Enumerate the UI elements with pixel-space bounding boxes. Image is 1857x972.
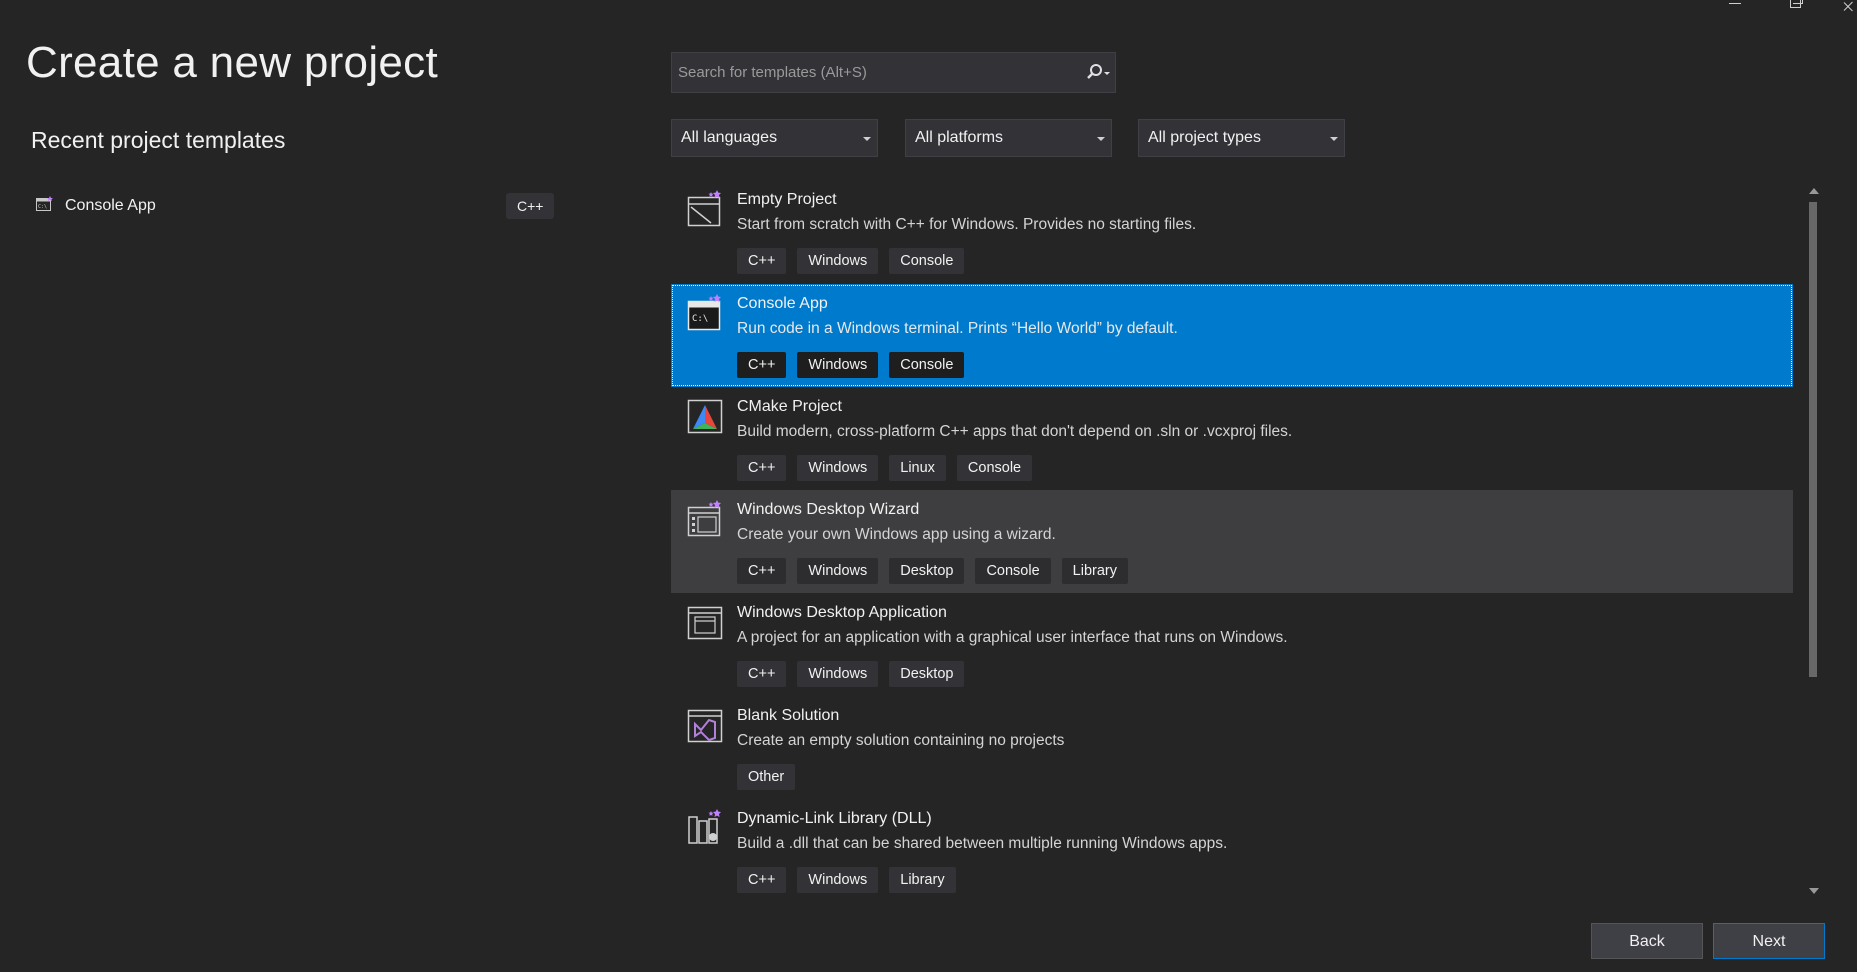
template-item-console-app[interactable]: C:\ Console App Run code in a Windows te… [671,284,1793,387]
console-app-icon: C:\ [36,196,53,211]
tag: C++ [737,867,787,893]
recent-template-label: Console App [65,197,156,214]
search-options-button[interactable] [1077,53,1115,92]
scroll-up-icon[interactable] [1809,188,1819,194]
tag: Console [889,248,965,274]
svg-text:C:\: C:\ [692,314,708,324]
template-search-box [671,52,1116,93]
cmake-icon [687,399,723,434]
project-type-filter-dropdown[interactable]: All project types [1138,119,1345,157]
template-tags: Other [737,764,796,790]
blank-solution-icon [687,709,723,743]
tag: Windows [797,661,879,687]
chevron-down-icon [1097,137,1105,141]
template-list-scrollbar[interactable] [1806,182,1820,900]
template-tags: C++ Windows Desktop Console Library [737,558,1128,584]
template-search-input[interactable] [672,53,1072,92]
template-name: Dynamic-Link Library (DLL) [737,810,932,827]
tag: Windows [797,352,879,378]
template-tags: C++ Windows Console [737,248,965,274]
tag: Console [889,352,965,378]
template-tags: C++ Windows Linux Console [737,455,1033,481]
template-description: Run code in a Windows terminal. Prints “… [737,320,1178,337]
template-name: Empty Project [737,191,837,208]
language-filter-dropdown[interactable]: All languages [671,119,878,157]
recent-templates-heading: Recent project templates [31,127,286,153]
recent-template-language-badge: C++ [506,193,555,219]
template-name: Blank Solution [737,707,840,724]
tag: Library [1061,558,1128,584]
empty-project-icon [687,190,721,227]
template-name: Windows Desktop Wizard [737,501,920,518]
template-description: A project for an application with a grap… [737,629,1288,646]
console-app-icon: C:\ [687,294,721,331]
tag: Linux [889,455,946,481]
back-button[interactable]: Back [1591,923,1703,959]
minimize-button[interactable] [1715,0,1755,14]
template-tags: C++ Windows Desktop [737,661,965,687]
chevron-down-icon [863,137,871,141]
close-button[interactable] [1826,0,1857,14]
tag: Desktop [889,558,965,584]
platform-filter-value: All platforms [915,129,1004,146]
desktop-wizard-icon [687,500,721,537]
template-item-dynamic-link-library[interactable]: Dynamic-Link Library (DLL) Build a .dll … [671,799,1793,902]
template-item-windows-desktop-wizard[interactable]: Windows Desktop Wizard Create your own W… [671,490,1793,593]
chevron-down-icon [1330,137,1338,141]
project-type-filter-value: All project types [1148,129,1261,146]
tag: Windows [797,455,879,481]
page-title: Create a new project [26,38,438,87]
tag: Windows [797,867,879,893]
next-button[interactable]: Next [1713,923,1825,959]
template-description: Create your own Windows app using a wiza… [737,526,1056,543]
tag: Windows [797,558,879,584]
template-description: Build a .dll that can be shared between … [737,835,1228,852]
template-name: Console App [737,295,828,312]
template-description: Start from scratch with C++ for Windows.… [737,216,1197,233]
scroll-down-icon[interactable] [1809,888,1819,894]
template-item-cmake-project[interactable]: CMake Project Build modern, cross-platfo… [671,387,1793,490]
scrollbar-thumb[interactable] [1809,202,1817,677]
tag: Desktop [889,661,965,687]
template-tags: C++ Windows Console [737,352,965,378]
tag: Windows [797,248,879,274]
tag: C++ [737,352,787,378]
template-description: Create an empty solution containing no p… [737,732,1065,749]
tag: Console [975,558,1051,584]
tag: C++ [737,558,787,584]
template-name: Windows Desktop Application [737,604,947,621]
tag: C++ [737,455,787,481]
template-list: Empty Project Start from scratch with C+… [671,180,1793,900]
tag: C++ [737,248,787,274]
search-icon [1087,64,1110,79]
tag: Library [889,867,956,893]
tag: Other [737,764,796,790]
svg-text:C:\: C:\ [38,204,47,210]
platform-filter-dropdown[interactable]: All platforms [905,119,1112,157]
template-item-windows-desktop-application[interactable]: Windows Desktop Application A project fo… [671,593,1793,696]
template-tags: C++ Windows Library [737,867,956,893]
dll-icon [688,809,721,844]
template-description: Build modern, cross-platform C++ apps th… [737,423,1293,440]
template-item-empty-project[interactable]: Empty Project Start from scratch with C+… [671,180,1793,283]
template-name: CMake Project [737,398,842,415]
template-item-blank-solution[interactable]: Blank Solution Create an empty solution … [671,696,1793,799]
tag: C++ [737,661,787,687]
recent-template-item[interactable]: C:\ Console App C++ [30,193,560,223]
tag: Console [956,455,1033,481]
restore-button[interactable] [1775,0,1815,14]
language-filter-value: All languages [681,129,778,146]
desktop-application-icon [687,606,723,640]
